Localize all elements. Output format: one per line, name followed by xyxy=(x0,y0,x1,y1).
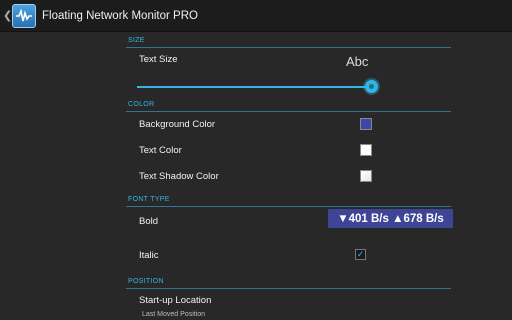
section-header-font-type: FONT TYPE xyxy=(128,196,170,203)
startup-location-value: Last Moved Position xyxy=(142,311,206,318)
section-header-position: POSITION xyxy=(128,278,164,285)
text-size-label: Text Size xyxy=(139,54,178,65)
section-header-color: COLOR xyxy=(128,101,155,108)
up-caret-icon[interactable]: ❮ xyxy=(3,9,12,22)
app-icon[interactable] xyxy=(12,3,36,28)
section-divider-color xyxy=(126,111,451,112)
background-color-label[interactable]: Background Color xyxy=(139,119,215,130)
section-divider-position xyxy=(126,288,451,289)
action-bar: ❮ Floating Network Monitor PRO xyxy=(0,0,512,32)
background-color-swatch[interactable] xyxy=(360,118,372,130)
text-size-slider-thumb[interactable] xyxy=(365,80,378,93)
waveform-icon xyxy=(16,8,32,21)
text-color-label[interactable]: Text Color xyxy=(139,145,182,156)
app-title: Floating Network Monitor PRO xyxy=(42,9,198,22)
italic-checkbox[interactable]: ✓ xyxy=(355,249,366,260)
text-color-swatch[interactable] xyxy=(360,144,372,156)
bold-label[interactable]: Bold xyxy=(139,216,158,227)
text-shadow-color-label[interactable]: Text Shadow Color xyxy=(139,171,219,182)
italic-label[interactable]: Italic xyxy=(139,250,159,261)
text-size-slider-track[interactable] xyxy=(137,86,373,88)
speed-preview-overlay: ▼401 B/s ▲678 B/s xyxy=(328,209,453,228)
section-divider-font-type xyxy=(126,206,451,207)
checkmark-icon: ✓ xyxy=(356,249,365,259)
startup-location-label[interactable]: Start-up Location xyxy=(139,295,211,306)
section-divider-size xyxy=(126,47,451,48)
text-shadow-color-swatch[interactable] xyxy=(360,170,372,182)
text-size-preview: Abc xyxy=(346,54,369,69)
section-header-size: SIZE xyxy=(128,37,145,44)
